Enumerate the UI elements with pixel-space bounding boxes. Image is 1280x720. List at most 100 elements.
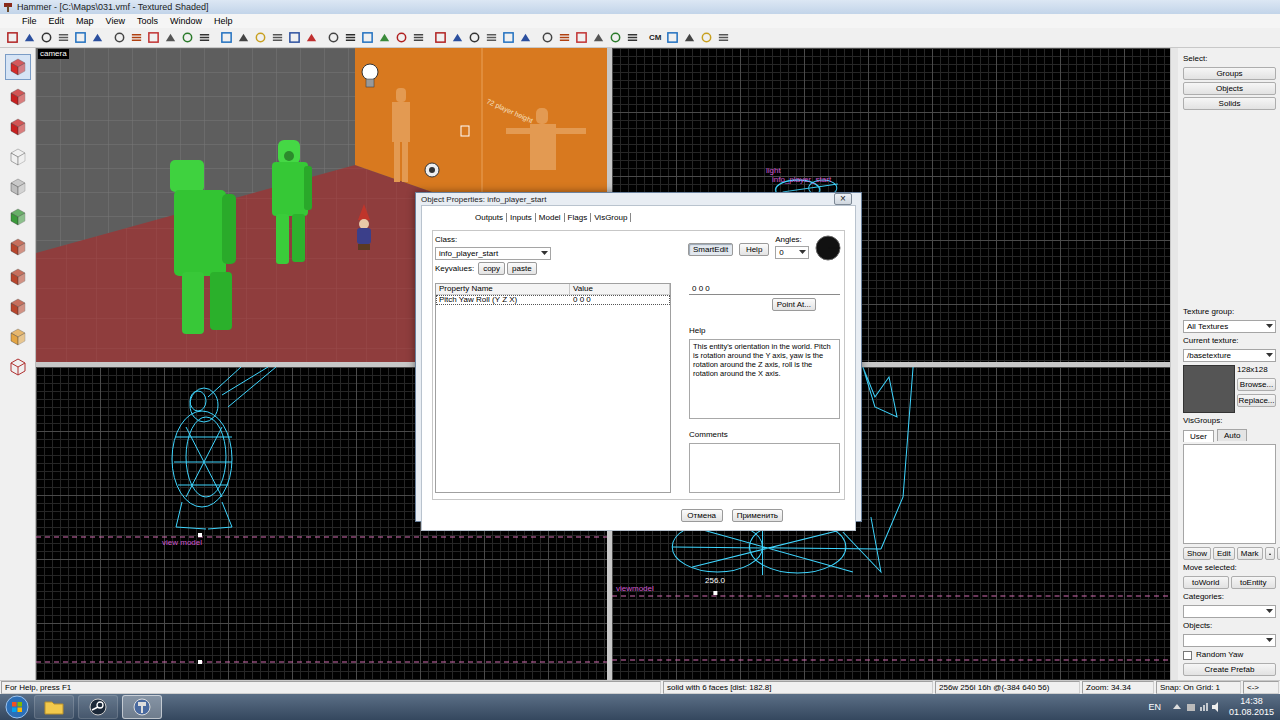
toolbar-button[interactable] (540, 30, 555, 45)
toolbar-button[interactable] (699, 30, 714, 45)
menu-item[interactable]: Window (164, 14, 208, 28)
select-button[interactable]: Objects (1183, 82, 1276, 95)
tool-button[interactable] (5, 264, 31, 290)
select-button[interactable]: Solids (1183, 97, 1276, 110)
toolbar-button[interactable] (411, 30, 426, 45)
visgroup-button[interactable]: Edit (1213, 547, 1235, 560)
taskbar-app[interactable] (78, 695, 118, 719)
toolbar-button[interactable] (22, 30, 37, 45)
dialog-tab[interactable]: Model (536, 213, 565, 222)
copy-button[interactable]: copy (478, 262, 505, 275)
toolbar-button[interactable] (326, 30, 341, 45)
angle-dial-icon[interactable] (815, 235, 841, 261)
class-select[interactable]: info_player_start (435, 247, 551, 260)
toolbar-button[interactable] (5, 30, 20, 45)
menu-item[interactable]: View (100, 14, 131, 28)
angles-select[interactable]: 0 (775, 246, 809, 259)
toolbar-button[interactable] (557, 30, 572, 45)
smart-edit-button[interactable]: SmartEdit (688, 243, 733, 256)
visgroup-button[interactable]: Show (1183, 547, 1211, 560)
categories-select[interactable] (1183, 605, 1276, 618)
tool-button[interactable] (5, 54, 31, 80)
dialog-title-bar[interactable]: Object Properties: info_player_start× (421, 193, 856, 205)
toolbar-button[interactable] (394, 30, 409, 45)
texture-group-select[interactable]: All Textures (1183, 320, 1276, 333)
comments-field[interactable] (689, 443, 840, 493)
toolbar-button[interactable] (180, 30, 195, 45)
toolbar-button[interactable] (591, 30, 606, 45)
tool-button[interactable] (5, 84, 31, 110)
visgroup-list[interactable] (1183, 444, 1276, 544)
toolbar-button[interactable] (146, 30, 161, 45)
toolbar-button[interactable] (304, 30, 319, 45)
tool-button[interactable] (5, 324, 31, 350)
column-header[interactable]: Property Name (436, 284, 570, 294)
tool-button[interactable] (5, 174, 31, 200)
toolbar-button[interactable] (433, 30, 448, 45)
tool-button[interactable] (5, 234, 31, 260)
toolbar-button[interactable] (197, 30, 212, 45)
random-yaw-row[interactable]: Random Yaw (1183, 650, 1276, 660)
replace-button[interactable]: Replace... (1237, 394, 1276, 407)
clock[interactable]: 14:3801.08.2015 (1229, 696, 1274, 718)
tool-button[interactable] (5, 204, 31, 230)
tool-button[interactable] (5, 114, 31, 140)
dialog-tab[interactable]: VisGroup (591, 213, 631, 222)
toolbar-button[interactable] (608, 30, 623, 45)
select-button[interactable]: Groups (1183, 67, 1276, 80)
dialog-tab[interactable]: Outputs (472, 213, 507, 222)
toolbar-text-button[interactable]: CM (647, 33, 663, 42)
toolbar-button[interactable] (236, 30, 251, 45)
toolbar-button[interactable] (73, 30, 88, 45)
dialog-button[interactable]: Применить (732, 509, 783, 522)
help-button[interactable]: Help (739, 243, 769, 256)
table-row[interactable]: Pitch Yaw Roll (Y Z X)0 0 0 (436, 295, 670, 305)
toolbar-button[interactable] (467, 30, 482, 45)
tray-icons[interactable] (1171, 701, 1219, 713)
panel-scrollbar[interactable] (1170, 48, 1178, 680)
visgroup-button[interactable]: Mark (1237, 547, 1263, 560)
visgroup-tab[interactable]: Auto (1217, 429, 1247, 441)
toolbar-button[interactable] (574, 30, 589, 45)
dialog-tab[interactable]: Flags (565, 213, 592, 222)
language-indicator[interactable]: EN (1148, 702, 1161, 712)
random-yaw-checkbox[interactable] (1183, 651, 1192, 660)
toolbar-button[interactable] (39, 30, 54, 45)
toolbar-button[interactable] (360, 30, 375, 45)
taskbar-app[interactable] (34, 695, 74, 719)
toolbar-button[interactable] (377, 30, 392, 45)
toolbar-button[interactable] (716, 30, 731, 45)
move-button[interactable]: toWorld (1183, 576, 1229, 589)
toolbar-button[interactable] (270, 30, 285, 45)
object-properties-dialog[interactable]: Object Properties: info_player_start× Out… (415, 192, 862, 522)
toolbar-button[interactable] (450, 30, 465, 45)
tool-button[interactable] (5, 354, 31, 380)
current-texture-select[interactable]: /basetexture (1183, 349, 1276, 362)
toolbar-button[interactable] (484, 30, 499, 45)
toolbar-button[interactable] (56, 30, 71, 45)
toolbar-button[interactable] (219, 30, 234, 45)
start-orb-icon[interactable] (4, 695, 30, 719)
toolbar-button[interactable] (665, 30, 680, 45)
menu-item[interactable]: File (16, 14, 43, 28)
toolbar-button[interactable] (90, 30, 105, 45)
move-down-button[interactable] (1277, 547, 1280, 560)
tool-button[interactable] (5, 144, 31, 170)
dialog-close-button[interactable]: × (834, 193, 852, 205)
dialog-button[interactable]: Отмена (681, 509, 723, 522)
tool-button[interactable] (5, 294, 31, 320)
title-bar[interactable]: Hammer - [C:\Maps\031.vmf - Textured Sha… (0, 0, 1280, 14)
menu-item[interactable]: Tools (131, 14, 164, 28)
create-prefab-button[interactable]: Create Prefab (1183, 663, 1276, 676)
taskbar-app[interactable] (122, 695, 162, 719)
value-field[interactable]: 0 0 0 (689, 283, 840, 295)
toolbar-button[interactable] (343, 30, 358, 45)
toolbar-button[interactable] (287, 30, 302, 45)
menu-item[interactable]: Map (70, 14, 100, 28)
visgroup-tab[interactable]: User (1183, 430, 1214, 442)
move-up-button[interactable] (1265, 547, 1275, 560)
toolbar-button[interactable] (112, 30, 127, 45)
keyvalues-table[interactable]: Property NameValuePitch Yaw Roll (Y Z X)… (435, 283, 671, 493)
toolbar-button[interactable] (518, 30, 533, 45)
toolbar-button[interactable] (682, 30, 697, 45)
